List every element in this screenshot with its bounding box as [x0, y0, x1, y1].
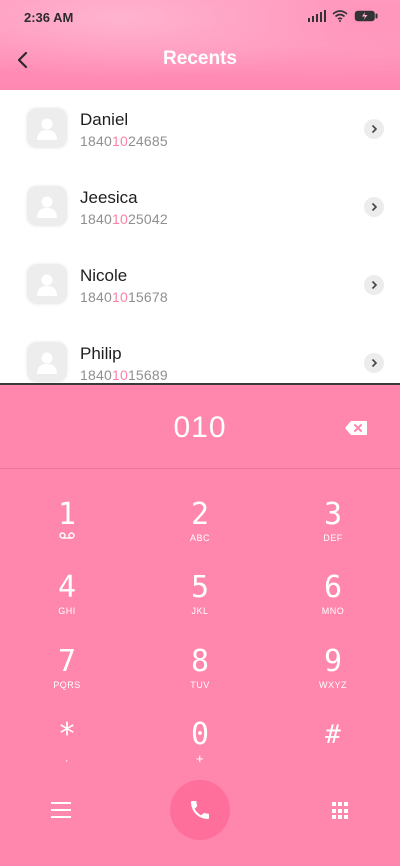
key-2[interactable]: 2 ABC: [150, 499, 250, 559]
chevron-right-icon: [371, 358, 378, 368]
backspace-icon: [345, 421, 367, 435]
key-9[interactable]: 9 WXYZ: [283, 646, 383, 706]
contact-number: 18401024685: [80, 133, 168, 149]
contact-name: Daniel: [80, 110, 129, 129]
key-digit: 2: [190, 497, 210, 532]
phone-icon: [191, 801, 209, 819]
key-star[interactable]: * ,: [17, 719, 117, 779]
avatar: [27, 342, 67, 382]
contact-details-button[interactable]: [364, 119, 384, 139]
menu-icon: [51, 802, 71, 818]
key-digit: 6: [323, 570, 343, 605]
key-7[interactable]: 7 PQRS: [17, 646, 117, 706]
key-letters: MNO: [321, 606, 345, 616]
contact-number: 18401025042: [80, 211, 168, 227]
key-letters: PQRS: [53, 680, 81, 690]
entered-number: 010: [173, 411, 227, 444]
contact-row[interactable]: Philip 18401015689: [0, 324, 400, 384]
key-letters: JKL: [191, 606, 209, 616]
key-letters: ABC: [189, 533, 210, 543]
key-digit: #: [325, 720, 341, 750]
app-header: 2:36 AM Recents: [0, 0, 400, 90]
contact-details-button[interactable]: [364, 353, 384, 373]
key-digit: 1: [57, 497, 77, 532]
person-icon: [37, 118, 57, 140]
contact-name: Nicole: [80, 266, 128, 285]
contact-row[interactable]: Daniel 18401024685: [0, 90, 400, 168]
contact-row[interactable]: Jeesica 18401025042: [0, 168, 400, 246]
dialer-bottom-bar: [0, 780, 400, 866]
key-letters: GHI: [58, 606, 76, 616]
key-digit: 0: [190, 717, 210, 752]
contact-details-button[interactable]: [364, 197, 384, 217]
dialer-panel: 010 1 2 ABC 3 DEF 4 GHI 5 JKL 6 MNO 7 PQ…: [0, 383, 400, 866]
contact-name: Philip: [80, 344, 122, 363]
battery-icon: [354, 10, 378, 22]
key-digit: 4: [57, 570, 77, 605]
key-digit: 7: [57, 644, 77, 679]
contact-name: Jeesica: [80, 188, 138, 207]
key-letters: WXYZ: [319, 680, 347, 690]
number-display: 010: [0, 385, 400, 469]
contact-details-button[interactable]: [364, 275, 384, 295]
avatar: [27, 264, 67, 304]
key-digit: 9: [323, 644, 343, 679]
key-6[interactable]: 6 MNO: [283, 572, 383, 632]
key-3[interactable]: 3 DEF: [283, 499, 383, 559]
status-bar: 2:36 AM: [0, 0, 400, 36]
menu-button[interactable]: [51, 802, 71, 820]
keypad-icon: [332, 802, 336, 806]
backspace-button[interactable]: [344, 420, 368, 436]
key-1[interactable]: 1: [17, 499, 117, 559]
key-letters: TUV: [190, 680, 210, 690]
signal-icon: [308, 10, 326, 22]
avatar: [27, 108, 67, 148]
person-icon: [37, 274, 57, 296]
voicemail-icon: [59, 532, 75, 539]
call-button[interactable]: [170, 780, 230, 840]
key-digit: 8: [190, 644, 210, 679]
wifi-icon: [332, 10, 348, 22]
contact-row[interactable]: Nicole 18401015678: [0, 246, 400, 324]
key-0[interactable]: 0 +: [150, 719, 250, 779]
key-5[interactable]: 5 JKL: [150, 572, 250, 632]
avatar: [27, 186, 67, 226]
key-letters: +: [195, 751, 205, 766]
person-icon: [37, 352, 57, 374]
key-4[interactable]: 4 GHI: [17, 572, 117, 632]
contact-number: 18401015678: [80, 289, 168, 305]
page-title: Recents: [163, 48, 237, 69]
key-8[interactable]: 8 TUV: [150, 646, 250, 706]
status-time: 2:36 AM: [24, 10, 74, 25]
chevron-right-icon: [371, 202, 378, 212]
key-digit: *: [57, 717, 77, 752]
contact-number: 18401015689: [80, 367, 168, 383]
status-icons: [308, 10, 378, 22]
recents-list: Daniel 18401024685 Jeesica 18401025042 N…: [0, 90, 400, 384]
key-digit: 3: [323, 497, 343, 532]
key-letters: ,: [65, 753, 69, 763]
chevron-right-icon: [371, 280, 378, 290]
chevron-right-icon: [371, 124, 378, 134]
key-letters: DEF: [323, 533, 343, 543]
key-hash[interactable]: #: [283, 719, 383, 779]
key-digit: 5: [190, 570, 210, 605]
person-icon: [37, 196, 57, 218]
keypad-toggle-button[interactable]: [331, 802, 349, 820]
